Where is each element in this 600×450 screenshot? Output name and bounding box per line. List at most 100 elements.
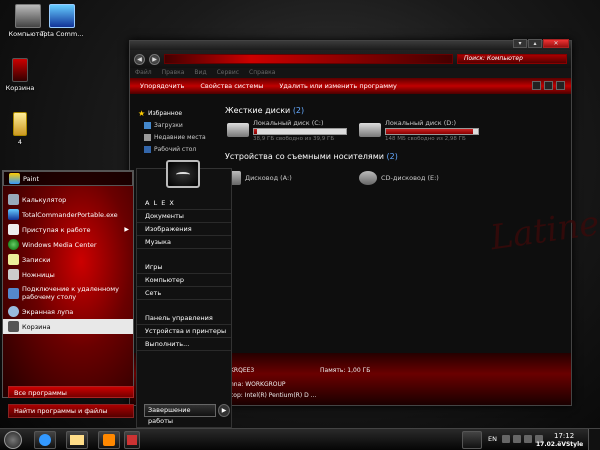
places-music[interactable]: Музыка <box>137 236 231 249</box>
network-icon[interactable] <box>513 435 521 443</box>
start-menu-programs: Paint Калькулятор TotalCommanderPortable… <box>2 170 134 398</box>
program-paint[interactable]: Paint <box>3 171 133 186</box>
hdd-group-title[interactable]: Жесткие диски (2) <box>225 105 567 117</box>
drive-c[interactable]: Локальный диск (C:) 38,9 ГБ свободно из … <box>227 119 347 142</box>
minimize-button[interactable]: ▾ <box>513 39 527 48</box>
taskbar-active-window[interactable] <box>462 431 482 449</box>
navigation-pane: ★ Избранное Загрузки Недавние места Рабо… <box>138 107 220 155</box>
hard-drive-icon <box>227 123 249 137</box>
clock-date[interactable]: 17.02.ёVStyle <box>536 441 583 448</box>
taskbar-pin-explorer[interactable] <box>66 431 88 449</box>
uninstall-program-button[interactable]: Удалить или изменить программу <box>279 82 396 90</box>
usage-fill <box>386 129 474 134</box>
program-calculator[interactable]: Калькулятор <box>3 192 133 207</box>
drive-d-usage-bar <box>385 128 479 135</box>
taskbar-pin-app[interactable] <box>124 431 140 449</box>
places-pictures[interactable]: Изображения <box>137 223 231 236</box>
show-desktop-button[interactable] <box>588 429 600 450</box>
places-network[interactable]: Сеть <box>137 287 231 300</box>
search-input[interactable]: Поиск: Компьютер <box>457 54 567 64</box>
maximize-button[interactable]: ▴ <box>528 39 542 48</box>
address-bar[interactable] <box>164 54 453 64</box>
floppy-icon <box>49 4 75 28</box>
clock-time[interactable]: 17:12 <box>554 432 574 440</box>
paint-icon <box>9 173 20 184</box>
user-avatar[interactable] <box>166 160 200 188</box>
places-documents[interactable]: Документы <box>137 210 231 223</box>
program-recycle-bin[interactable]: Корзина <box>3 319 133 334</box>
recent-places-icon <box>144 133 151 141</box>
system-properties-button[interactable]: Свойства системы <box>200 82 263 90</box>
back-button[interactable]: ◀ <box>134 53 145 65</box>
app-icon <box>127 435 137 445</box>
program-getting-started[interactable]: Приступая к работе ▶ <box>3 222 133 237</box>
recycle-bin-icon <box>8 321 19 332</box>
removable-group-title[interactable]: Устройства со съемными носителями (2) <box>225 151 398 163</box>
preview-pane-icon[interactable] <box>544 81 553 90</box>
menu-file[interactable]: Файл <box>135 68 152 78</box>
program-total-commander[interactable]: TotalCommanderPortable.exe <box>3 207 133 222</box>
help-icon[interactable] <box>556 81 565 90</box>
program-remote-desktop[interactable]: Подключение к удаленному рабочему столу <box>3 282 133 304</box>
places-devices-printers[interactable]: Устройства и принтеры <box>137 325 231 338</box>
remote-desktop-icon <box>8 287 19 299</box>
title-bar[interactable]: ▾ ▴ ✕ <box>130 39 571 50</box>
start-search-input[interactable]: Найти программы и файлы <box>8 404 134 418</box>
caption-buttons: ▾ ▴ ✕ <box>513 39 569 48</box>
floppy-drive-a[interactable]: Дисковод (A:) <box>227 171 292 185</box>
organize-button[interactable]: Упорядочить <box>140 82 184 90</box>
volume-icon[interactable] <box>524 435 532 443</box>
close-button[interactable]: ✕ <box>543 39 569 48</box>
drive-d[interactable]: Локальный диск (D:) 148 МБ свободно из 2… <box>359 119 479 142</box>
all-programs-button[interactable]: Все программы <box>8 386 134 398</box>
submenu-arrow-icon: ▶ <box>124 226 129 233</box>
program-magnifier[interactable]: Экранная лупа <box>3 304 133 319</box>
program-media-center[interactable]: Windows Media Center <box>3 237 133 252</box>
places-games[interactable]: Игры <box>137 261 231 274</box>
start-menu-places: A L E X Документы Изображения Музыка Игр… <box>136 168 232 428</box>
cd-drive-e[interactable]: CD-дисковод (E:) <box>359 171 439 185</box>
places-run[interactable]: Выполнить... <box>137 338 231 351</box>
shutdown-options-icon[interactable]: ▶ <box>218 404 230 417</box>
program-sticky-notes[interactable]: Записки <box>3 252 133 267</box>
places-control-panel[interactable]: Панель управления <box>137 312 231 325</box>
menu-edit[interactable]: Правка <box>162 68 185 78</box>
computer-name: KRQEE3 <box>230 367 255 374</box>
nav-favorites[interactable]: ★ Избранное <box>138 107 220 119</box>
theme-logo-text: Latineri <box>487 199 600 259</box>
address-row: ◀ ▶ Поиск: Компьютер <box>130 50 571 68</box>
places-computer[interactable]: Компьютер <box>137 274 231 287</box>
recycle-bin-icon <box>12 58 28 82</box>
view-controls <box>532 81 565 90</box>
program-snipping-tool[interactable]: Ножницы <box>3 267 133 282</box>
taskbar-pin-ie[interactable] <box>34 431 56 449</box>
start-menu: Paint Калькулятор TotalCommanderPortable… <box>2 160 232 428</box>
tray-expand-icon[interactable] <box>502 435 510 443</box>
desktop-icon-folder[interactable]: 4 <box>0 112 46 146</box>
floppy-icon <box>8 209 19 220</box>
shutdown-button[interactable]: Завершение работы <box>144 404 216 425</box>
menu-view[interactable]: Вид <box>194 68 206 78</box>
sticky-notes-icon <box>8 254 19 265</box>
taskbar-pin-media-player[interactable] <box>98 431 120 449</box>
view-options-icon[interactable] <box>532 81 541 90</box>
user-name[interactable]: A L E X <box>137 197 231 210</box>
menu-tools[interactable]: Сервис <box>217 68 239 78</box>
workgroup-info: nna: WORKGROUP <box>230 381 286 388</box>
nav-recent-places[interactable]: Недавние места <box>138 131 220 143</box>
menu-bar: Файл Правка Вид Сервис Справка <box>130 68 571 78</box>
media-player-icon <box>103 434 115 446</box>
forward-button[interactable]: ▶ <box>149 53 160 65</box>
content-pane: Жесткие диски (2) Локальный диск (C:) 38… <box>225 105 567 185</box>
taskbar: EN 17:12 17.02.ёVStyle <box>0 428 600 450</box>
desktop-icon-total-commander[interactable]: Tota Comm... <box>36 4 88 38</box>
hard-drive-icon <box>359 123 381 137</box>
nav-downloads[interactable]: Загрузки <box>138 119 220 131</box>
cd-drive-icon <box>359 171 377 185</box>
desktop-icon-recycle-bin[interactable]: Корзина <box>0 58 46 92</box>
command-bar: Упорядочить Свойства системы Удалить или… <box>130 78 571 94</box>
start-button[interactable] <box>4 431 22 449</box>
nav-desktop[interactable]: Рабочий стол <box>138 143 220 155</box>
language-indicator[interactable]: EN <box>488 435 497 443</box>
menu-help[interactable]: Справка <box>249 68 275 78</box>
